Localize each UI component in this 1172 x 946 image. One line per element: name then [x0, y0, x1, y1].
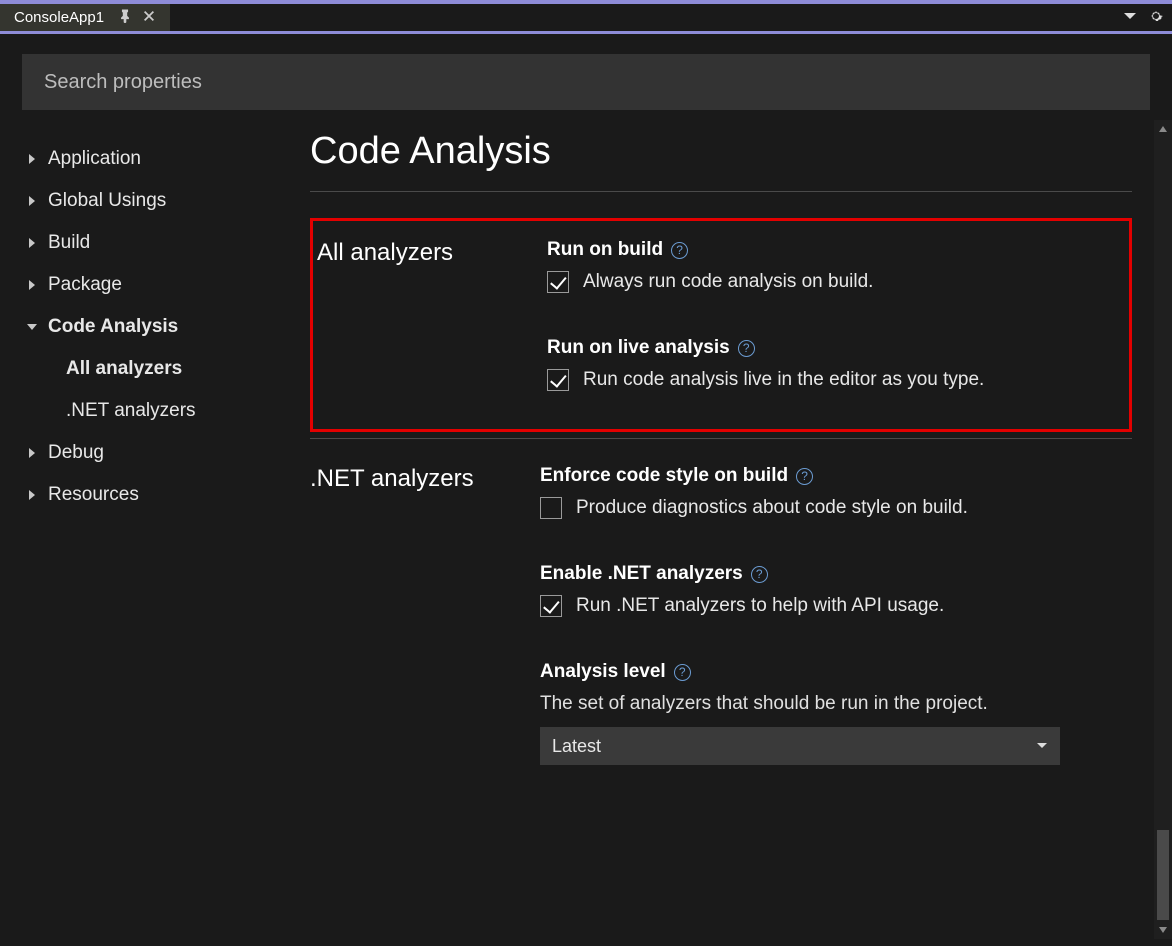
field-run-on-live: Run on live analysis ? Run code analysis… [547, 337, 1113, 391]
field-description: The set of analyzers that should be run … [540, 693, 1132, 715]
search-wrap [0, 34, 1172, 120]
divider [310, 191, 1132, 192]
divider [310, 438, 1132, 439]
sidebar-item-application[interactable]: Application [22, 138, 286, 180]
chevron-down-icon[interactable] [1122, 8, 1138, 28]
help-icon[interactable]: ? [796, 468, 813, 485]
chevron-down-icon [1036, 740, 1048, 752]
chevron-down-icon [26, 322, 38, 332]
scroll-up-icon[interactable] [1154, 120, 1172, 138]
help-icon[interactable]: ? [738, 340, 755, 357]
chevron-right-icon [26, 154, 38, 164]
chevron-right-icon [26, 196, 38, 206]
sidebar-item-label: Debug [48, 442, 104, 464]
chevron-right-icon [26, 238, 38, 248]
chevron-right-icon [26, 490, 38, 500]
field-label: Analysis level [540, 661, 666, 683]
dropdown-value: Latest [552, 736, 601, 757]
sidebar-item-label: .NET analyzers [66, 400, 196, 422]
vertical-scrollbar[interactable] [1154, 120, 1172, 939]
checkbox-run-on-build[interactable] [547, 271, 569, 293]
sidebar-item-global-usings[interactable]: Global Usings [22, 180, 286, 222]
sidebar-item-resources[interactable]: Resources [22, 474, 286, 516]
sidebar-sub-net-analyzers[interactable]: .NET analyzers [22, 390, 286, 432]
checkbox-label: Always run code analysis on build. [583, 271, 873, 293]
tab-consoleapp1[interactable]: ConsoleApp1 [0, 4, 170, 31]
dropdown-analysis-level[interactable]: Latest [540, 727, 1060, 765]
checkbox-enable-net[interactable] [540, 595, 562, 617]
sidebar-item-label: Application [48, 148, 141, 170]
section-title-net: .NET analyzers [310, 465, 500, 791]
checkbox-label: Run .NET analyzers to help with API usag… [576, 595, 944, 617]
close-icon[interactable] [142, 9, 156, 27]
section-title-all: All analyzers [317, 239, 507, 417]
field-label: Enforce code style on build [540, 465, 788, 487]
chevron-right-icon [26, 280, 38, 290]
field-label: Enable .NET analyzers [540, 563, 743, 585]
tab-strip: ConsoleApp1 [0, 0, 1172, 34]
search-input[interactable] [22, 54, 1150, 110]
field-run-on-build: Run on build ? Always run code analysis … [547, 239, 1113, 293]
gear-icon[interactable] [1148, 8, 1164, 28]
sidebar-item-label: Package [48, 274, 122, 296]
sidebar-item-label: Code Analysis [48, 316, 178, 338]
checkbox-run-on-live[interactable] [547, 369, 569, 391]
field-enable-net: Enable .NET analyzers ? Run .NET analyze… [540, 563, 1132, 617]
chevron-right-icon [26, 448, 38, 458]
checkbox-label: Produce diagnostics about code style on … [576, 497, 968, 519]
field-enforce-style: Enforce code style on build ? Produce di… [540, 465, 1132, 519]
sidebar-item-debug[interactable]: Debug [22, 432, 286, 474]
scroll-down-icon[interactable] [1154, 921, 1172, 939]
tab-title: ConsoleApp1 [14, 9, 104, 26]
scrollbar-thumb[interactable] [1157, 830, 1169, 920]
sidebar-item-code-analysis[interactable]: Code Analysis [22, 306, 286, 348]
sidebar-item-package[interactable]: Package [22, 264, 286, 306]
sidebar: Application Global Usings Build Package … [0, 120, 300, 939]
sidebar-item-label: Resources [48, 484, 139, 506]
help-icon[interactable]: ? [674, 664, 691, 681]
sidebar-item-label: Global Usings [48, 190, 166, 212]
pin-icon[interactable] [118, 9, 132, 27]
checkbox-enforce-style[interactable] [540, 497, 562, 519]
field-label: Run on live analysis [547, 337, 730, 359]
page-title: Code Analysis [310, 130, 1132, 173]
checkbox-label: Run code analysis live in the editor as … [583, 369, 984, 391]
field-label: Run on build [547, 239, 663, 261]
help-icon[interactable]: ? [751, 566, 768, 583]
sidebar-item-label: All analyzers [66, 358, 182, 380]
sidebar-item-label: Build [48, 232, 90, 254]
highlight-all-analyzers: All analyzers Run on build ? Always run … [310, 218, 1132, 432]
field-analysis-level: Analysis level ? The set of analyzers th… [540, 661, 1132, 765]
help-icon[interactable]: ? [671, 242, 688, 259]
sidebar-sub-all-analyzers[interactable]: All analyzers [22, 348, 286, 390]
content: Code Analysis All analyzers Run on build… [300, 120, 1172, 939]
sidebar-item-build[interactable]: Build [22, 222, 286, 264]
